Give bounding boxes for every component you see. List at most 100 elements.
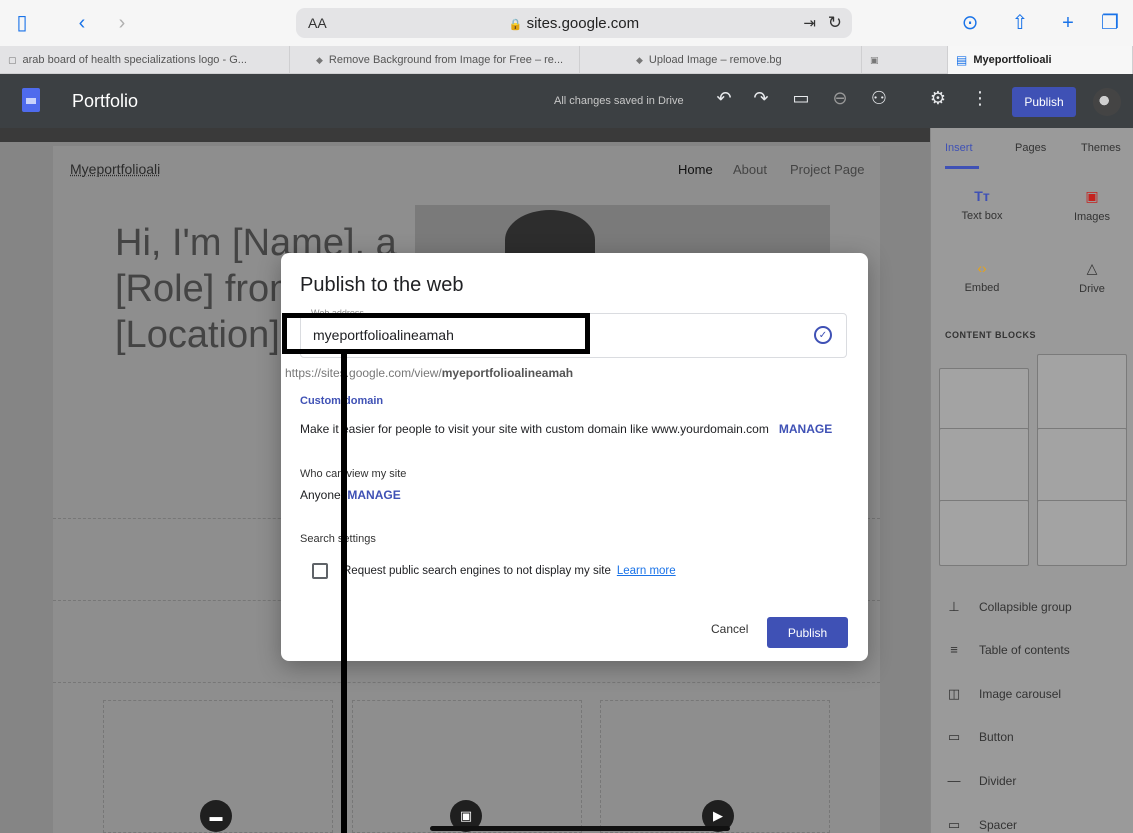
text-block-icon[interactable]: ▬ — [200, 800, 232, 832]
tab-active-myeportfolioali[interactable]: ▤ Myeportfolioali — [948, 46, 1133, 74]
learn-more-link[interactable]: Learn more — [617, 565, 676, 577]
url-preview: https://sites.google.com/view/myeportfol… — [285, 366, 573, 380]
blank-favicon-icon: ▣ — [870, 54, 879, 65]
component-label: Table of contents — [979, 642, 1070, 657]
search-engine-checkbox-label: Request public search engines to not dis… — [343, 565, 676, 577]
component-image-carousel[interactable]: ◫ Image carousel — [945, 686, 1061, 702]
component-label: Divider — [979, 773, 1017, 788]
preview-icon[interactable]: ▭ — [789, 88, 813, 109]
component-label: Image carousel — [979, 687, 1062, 701]
component-table-of-contents[interactable]: ≡ Table of contents — [945, 642, 1070, 657]
nav-home[interactable]: Home — [678, 162, 713, 177]
custom-domain-text: Make it easier for people to visit your … — [300, 422, 769, 436]
component-spacer[interactable]: ▭ Spacer — [945, 817, 1017, 833]
active-tab-indicator — [945, 166, 979, 169]
manage-viewers-link[interactable]: MANAGE — [347, 488, 400, 502]
tab-2[interactable]: ◆ Remove Background from Image for Free –… — [290, 46, 580, 74]
embed-icon: ‹› — [977, 260, 987, 276]
nav-about[interactable]: About — [733, 162, 767, 177]
link-icon[interactable]: ⊖ — [828, 88, 852, 109]
tab-insert[interactable]: Insert — [945, 142, 973, 154]
forward-icon[interactable]: › — [110, 12, 134, 34]
component-button[interactable]: ▭ Button — [945, 729, 1014, 745]
sites-header: Portfolio All changes saved in Drive ↶ ↷… — [0, 74, 1133, 128]
component-collapsible-group[interactable]: ⊥ Collapsible group — [945, 599, 1072, 615]
tab-4[interactable]: ▣ — [862, 46, 948, 74]
insert-item-label: Text box — [961, 210, 1003, 222]
cancel-button[interactable]: Cancel — [711, 622, 748, 636]
who-can-view-value: Anyone — [300, 488, 341, 502]
reload-icon[interactable]: ↻ — [828, 13, 842, 33]
tab-themes[interactable]: Themes — [1081, 142, 1121, 154]
url-prefix: https://sites.google.com/view/ — [285, 366, 442, 380]
annotation-line — [341, 354, 347, 833]
nav-project-page[interactable]: Project Page — [790, 162, 864, 177]
extension-icon[interactable]: ⇥ — [803, 14, 816, 32]
dialog-title: Publish to the web — [300, 274, 464, 296]
sites-favicon-icon: ▤ — [956, 53, 968, 67]
collapsible-group-icon: ⊥ — [948, 599, 960, 614]
new-tab-icon[interactable]: + — [1056, 12, 1080, 34]
content-block[interactable] — [1037, 354, 1127, 434]
sidebar-toggle-icon[interactable]: ▯ — [10, 12, 34, 34]
tab-overview-icon[interactable]: ❐ — [1098, 12, 1122, 34]
divider-icon: — — [947, 773, 961, 788]
settings-gear-icon[interactable]: ⚙ — [926, 88, 950, 109]
insert-drive[interactable]: △ Drive — [1057, 260, 1127, 295]
sites-logo-icon[interactable] — [22, 88, 40, 112]
who-can-view-label: Who can view my site — [300, 468, 407, 480]
insert-text-box[interactable]: Tт Text box — [947, 188, 1017, 222]
avatar[interactable] — [1093, 88, 1121, 116]
table-of-contents-icon: ≡ — [950, 642, 958, 657]
ruler — [0, 128, 930, 142]
search-settings-label: Search settings — [300, 533, 376, 545]
download-icon[interactable]: ⊙ — [958, 12, 982, 34]
checkbox-text: Request public search engines to not dis… — [343, 565, 611, 577]
insert-item-label: Drive — [1079, 283, 1105, 295]
tab-label: Myeportfolioali — [973, 54, 1052, 66]
content-block[interactable] — [1037, 428, 1127, 508]
text-box-icon: Tт — [974, 188, 990, 204]
tab-label: arab board of health specializations log… — [22, 54, 247, 66]
save-status: All changes saved in Drive — [554, 95, 684, 107]
publish-button[interactable]: Publish — [767, 617, 848, 648]
url-text: 🔒 sites.google.com — [296, 15, 852, 32]
browser-toolbar: ▯ ‹ › AA 🔒 sites.google.com ⇥ ↻ ⊙ ⇧ + ❐ — [0, 0, 1133, 46]
document-title[interactable]: Portfolio — [72, 91, 138, 112]
google-favicon-icon: ▢ — [8, 54, 17, 65]
content-block[interactable] — [939, 428, 1029, 508]
manage-custom-domain-link[interactable]: MANAGE — [779, 422, 832, 436]
more-options-icon[interactable]: ⋮ — [968, 88, 992, 109]
content-block[interactable] — [939, 500, 1029, 566]
removebg-favicon-icon: ◆ — [316, 54, 323, 65]
home-indicator[interactable] — [430, 826, 730, 831]
tab-label: Remove Background from Image for Free – … — [328, 54, 564, 66]
back-icon[interactable]: ‹ — [70, 12, 94, 34]
tab-pages[interactable]: Pages — [1015, 142, 1046, 154]
button-icon: ▭ — [947, 729, 961, 744]
undo-icon[interactable]: ↶ — [712, 88, 736, 109]
insert-panel: Insert Pages Themes Tт Text box ▣ Images ‹… — [930, 128, 1133, 833]
component-label: Collapsible group — [979, 600, 1072, 614]
who-can-view-row: Anyone MANAGE — [300, 488, 401, 502]
header-publish-button[interactable]: Publish — [1012, 87, 1076, 117]
content-block[interactable] — [1037, 500, 1127, 566]
url-slug: myeportfolioalineamah — [441, 366, 574, 380]
section-divider — [53, 682, 880, 683]
content-blocks-heading: CONTENT BLOCKS — [945, 330, 1036, 340]
image-carousel-icon: ◫ — [947, 686, 961, 701]
site-brand[interactable]: Myeportfolioali — [70, 161, 160, 177]
share-icon[interactable]: ⇧ — [1008, 12, 1032, 34]
search-engine-checkbox[interactable] — [312, 563, 328, 579]
insert-item-label: Images — [1073, 211, 1111, 223]
tab-1[interactable]: ▢ arab board of health specializations lo… — [0, 46, 290, 74]
redo-icon[interactable]: ↷ — [749, 88, 773, 109]
component-divider[interactable]: — Divider — [945, 773, 1017, 788]
images-icon: ▣ — [1085, 188, 1099, 204]
share-with-others-icon[interactable]: ⚇ — [867, 88, 891, 109]
component-label: Button — [979, 730, 1014, 744]
address-bar[interactable]: AA 🔒 sites.google.com ⇥ ↻ — [296, 8, 852, 38]
insert-images[interactable]: ▣ Images — [1057, 188, 1127, 223]
tab-3[interactable]: ◆ Upload Image – remove.bg — [580, 46, 862, 74]
insert-embed[interactable]: ‹› Embed — [947, 260, 1017, 294]
